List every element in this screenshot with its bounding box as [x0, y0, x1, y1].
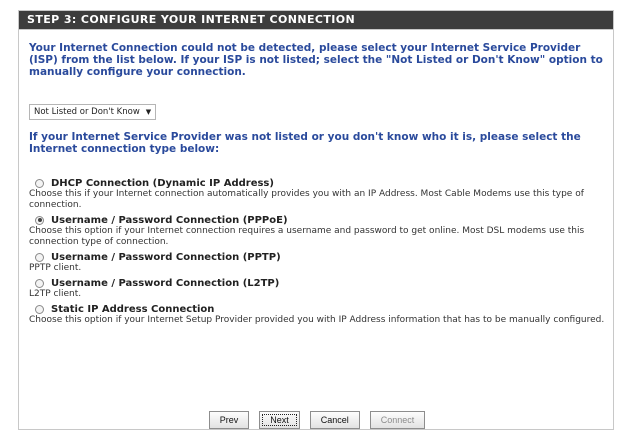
option-static: Static IP Address Connection Choose this…	[29, 303, 605, 326]
isp-select[interactable]: Not Listed or Don't Know ▼	[29, 104, 157, 120]
isp-select-value: Not Listed or Don't Know	[34, 107, 140, 117]
cancel-button[interactable]: Cancel	[309, 411, 360, 429]
radio-pppoe[interactable]	[35, 215, 44, 225]
option-static-description: Choose this option if your Internet Setu…	[29, 315, 605, 325]
prev-button[interactable]: Prev	[208, 411, 250, 429]
option-pptp-description: PPTP client.	[29, 263, 82, 273]
step-header: STEP 3: CONFIGURE YOUR INTERNET CONNECTI…	[19, 11, 613, 30]
option-dhcp-label: DHCP Connection (Dynamic IP Address)	[51, 177, 274, 189]
next-button[interactable]: Next	[259, 411, 300, 429]
option-pppoe: Username / Password Connection (PPPoE) C…	[29, 214, 605, 248]
intro-text: Your Internet Connection could not be de…	[29, 42, 603, 78]
option-l2tp-label: Username / Password Connection (L2TP)	[51, 277, 280, 289]
option-l2tp-description: L2TP client.	[29, 289, 82, 299]
radio-pptp[interactable]	[35, 252, 44, 262]
option-static-label: Static IP Address Connection	[51, 303, 215, 315]
connect-button[interactable]: Connect	[369, 411, 426, 429]
option-pppoe-label: Username / Password Connection (PPPoE)	[51, 214, 288, 226]
connection-type-prompt: If your Internet Service Provider was no…	[29, 131, 581, 155]
radio-dhcp[interactable]	[35, 178, 44, 188]
dropdown-arrow-icon: ▼	[145, 108, 152, 116]
wizard-buttons: Prev Next Cancel Connect	[19, 411, 615, 429]
radio-static[interactable]	[35, 304, 44, 314]
radio-l2tp[interactable]	[35, 278, 44, 288]
option-pppoe-description: Choose this option if your Internet conn…	[29, 226, 585, 247]
option-l2tp: Username / Password Connection (L2TP) L2…	[29, 277, 605, 300]
option-pptp-label: Username / Password Connection (PPTP)	[51, 251, 281, 263]
option-dhcp-description: Choose this if your Internet connection …	[29, 189, 584, 210]
wizard-panel: STEP 3: CONFIGURE YOUR INTERNET CONNECTI…	[18, 10, 614, 430]
option-dhcp: DHCP Connection (Dynamic IP Address) Cho…	[29, 177, 605, 211]
option-pptp: Username / Password Connection (PPTP) PP…	[29, 251, 605, 274]
